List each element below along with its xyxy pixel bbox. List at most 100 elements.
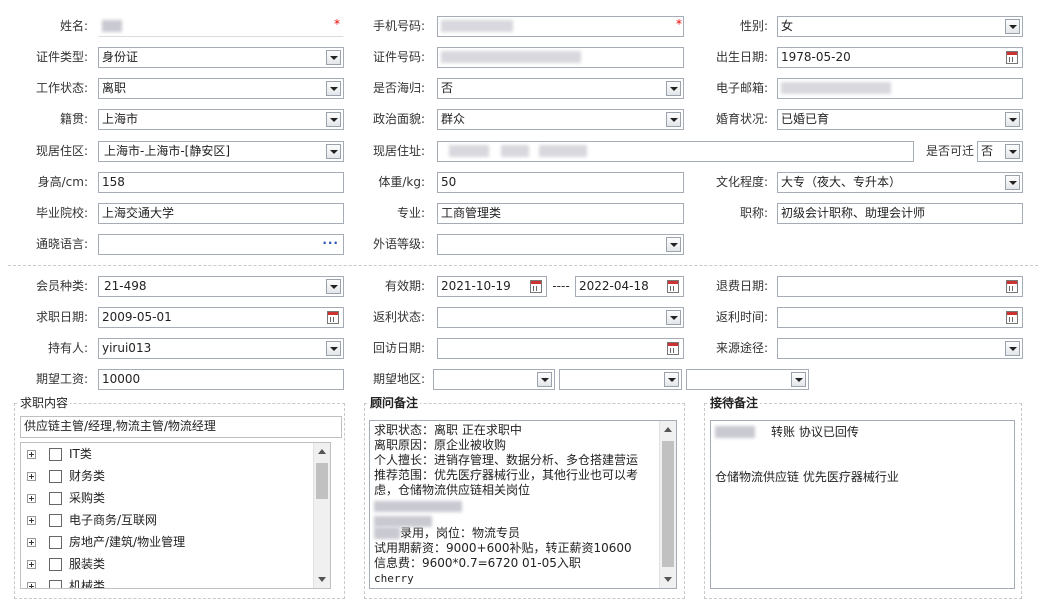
valid-start-input[interactable]: 2021-10-19 xyxy=(437,276,547,297)
language-label: 通晓语言: xyxy=(35,237,88,251)
weight-input[interactable]: 50 xyxy=(437,172,684,193)
expand-icon[interactable] xyxy=(27,582,36,588)
calendar-icon[interactable] xyxy=(1006,280,1018,293)
chevron-down-icon[interactable] xyxy=(326,112,341,127)
advisor-note-line: 个人擅长：进销存管理、数据分析、多仓搭建营运 xyxy=(374,453,639,467)
calendar-icon[interactable] xyxy=(667,342,679,355)
source-select[interactable] xyxy=(777,338,1023,359)
region-city-select[interactable] xyxy=(559,369,682,390)
gender-select[interactable]: 女 xyxy=(777,16,1023,37)
advisor-notes-textarea[interactable]: 求职状态：离职 正在求职中 离职原因：原企业被收购 个人擅长：进销存管理、数据分… xyxy=(369,420,677,589)
work-status-label: 工作状态: xyxy=(35,81,88,95)
chevron-down-icon[interactable] xyxy=(1005,112,1020,127)
mobile-input[interactable] xyxy=(437,16,684,37)
overseas-select[interactable]: 否 xyxy=(437,78,684,99)
chevron-down-icon[interactable] xyxy=(537,372,552,387)
email-input[interactable] xyxy=(777,78,1023,99)
chevron-down-icon[interactable] xyxy=(666,81,681,96)
chevron-down-icon[interactable] xyxy=(666,112,681,127)
expand-icon[interactable] xyxy=(27,560,36,569)
scroll-up-icon[interactable] xyxy=(318,449,326,454)
expand-icon[interactable] xyxy=(27,472,36,481)
job-seek-date-input[interactable]: 2009-05-01 xyxy=(98,307,344,328)
scroll-thumb[interactable] xyxy=(316,463,328,499)
expected-salary-input[interactable]: 10000 xyxy=(98,369,344,390)
checkbox[interactable] xyxy=(49,492,62,505)
refund-date-input[interactable] xyxy=(777,276,1023,297)
chevron-down-icon[interactable] xyxy=(326,81,341,96)
calendar-icon[interactable] xyxy=(327,311,339,324)
tree-item-label: 机械类 xyxy=(69,579,106,589)
expand-icon[interactable] xyxy=(27,538,36,547)
member-type-select[interactable]: 21-498 xyxy=(98,276,344,297)
chevron-down-icon[interactable] xyxy=(664,372,679,387)
more-options-button[interactable]: ··· xyxy=(322,235,339,252)
language-input[interactable]: ··· xyxy=(98,234,344,255)
job-content-selected[interactable]: 供应链主管/经理,物流主管/物流经理 xyxy=(20,416,342,438)
tree-scrollbar[interactable] xyxy=(313,443,330,588)
chevron-down-icon[interactable] xyxy=(326,144,341,159)
chevron-down-icon[interactable] xyxy=(666,237,681,252)
revisit-date-input[interactable] xyxy=(437,338,684,359)
name-input[interactable] xyxy=(98,16,344,37)
chevron-down-icon[interactable] xyxy=(1005,19,1020,34)
checkbox[interactable] xyxy=(49,536,62,549)
birth-date-input[interactable]: 1978-05-20 xyxy=(777,47,1023,68)
scroll-up-icon[interactable] xyxy=(664,427,672,432)
valid-period-label: 有效期: xyxy=(384,279,425,293)
political-status-label: 政治面貌: xyxy=(372,112,425,126)
notes-scrollbar[interactable] xyxy=(659,421,676,588)
calendar-icon[interactable] xyxy=(530,280,542,293)
checkbox[interactable] xyxy=(49,470,62,483)
height-input[interactable]: 158 xyxy=(98,172,344,193)
chevron-down-icon[interactable] xyxy=(666,310,681,325)
expand-icon[interactable] xyxy=(27,450,36,459)
checkbox[interactable] xyxy=(49,580,62,588)
chevron-down-icon[interactable] xyxy=(1005,144,1020,159)
calendar-icon[interactable] xyxy=(1006,311,1018,324)
calendar-icon[interactable] xyxy=(667,280,679,293)
rebate-status-select[interactable] xyxy=(437,307,684,328)
current-address-input[interactable] xyxy=(437,141,914,162)
holder-select[interactable]: yirui013 xyxy=(98,338,344,359)
native-place-select[interactable]: 上海市 xyxy=(98,109,344,130)
chevron-down-icon[interactable] xyxy=(1005,175,1020,190)
name-redacted xyxy=(102,19,122,32)
region-district-select[interactable] xyxy=(686,369,809,390)
job-category-tree[interactable]: IT类 财务类 采购类 电子商务/互联网 房地产/建筑/物业管理 服装类 机械类 xyxy=(20,442,331,589)
scroll-thumb[interactable] xyxy=(662,441,674,567)
chevron-down-icon[interactable] xyxy=(326,50,341,65)
language-level-select[interactable] xyxy=(437,234,684,255)
expand-icon[interactable] xyxy=(27,516,36,525)
checkbox[interactable] xyxy=(49,558,62,571)
chevron-down-icon[interactable] xyxy=(326,341,341,356)
work-status-select[interactable]: 离职 xyxy=(98,78,344,99)
job-title-input[interactable]: 初级会计职称、助理会计师 xyxy=(777,203,1023,224)
calendar-icon[interactable] xyxy=(1006,51,1018,64)
education-select[interactable]: 大专（夜大、专升本） xyxy=(777,172,1023,193)
chevron-down-icon[interactable] xyxy=(326,279,341,294)
rebate-time-input[interactable] xyxy=(777,307,1023,328)
scroll-down-icon[interactable] xyxy=(318,577,326,582)
current-area-select[interactable]: 上海市-上海市-[静安区] xyxy=(98,141,344,162)
chevron-down-icon[interactable] xyxy=(1005,341,1020,356)
valid-end-value: 2022-04-18 xyxy=(579,279,649,293)
expand-icon[interactable] xyxy=(27,494,36,503)
marital-status-select[interactable]: 已婚已育 xyxy=(777,109,1023,130)
reception-notes-textarea[interactable]: 转账 协议已回传 仓储物流供应链 优先医疗器械行业 xyxy=(710,420,1015,589)
major-input[interactable]: 工商管理类 xyxy=(437,203,684,224)
expected-salary-label: 期望工资: xyxy=(35,372,88,386)
political-status-select[interactable]: 群众 xyxy=(437,109,684,130)
chevron-down-icon[interactable] xyxy=(791,372,806,387)
relocatable-select[interactable]: 否 xyxy=(977,141,1023,162)
checkbox[interactable] xyxy=(49,514,62,527)
region-province-select[interactable] xyxy=(433,369,555,390)
scroll-down-icon[interactable] xyxy=(664,577,672,582)
reception-notes-title: 接待备注 xyxy=(708,396,761,410)
checkbox[interactable] xyxy=(49,448,62,461)
school-input[interactable]: 上海交通大学 xyxy=(98,203,344,224)
id-number-input[interactable] xyxy=(437,47,684,68)
valid-end-input[interactable]: 2022-04-18 xyxy=(575,276,684,297)
rebate-status-label: 返利状态: xyxy=(372,310,425,324)
id-type-select[interactable]: 身份证 xyxy=(98,47,344,68)
